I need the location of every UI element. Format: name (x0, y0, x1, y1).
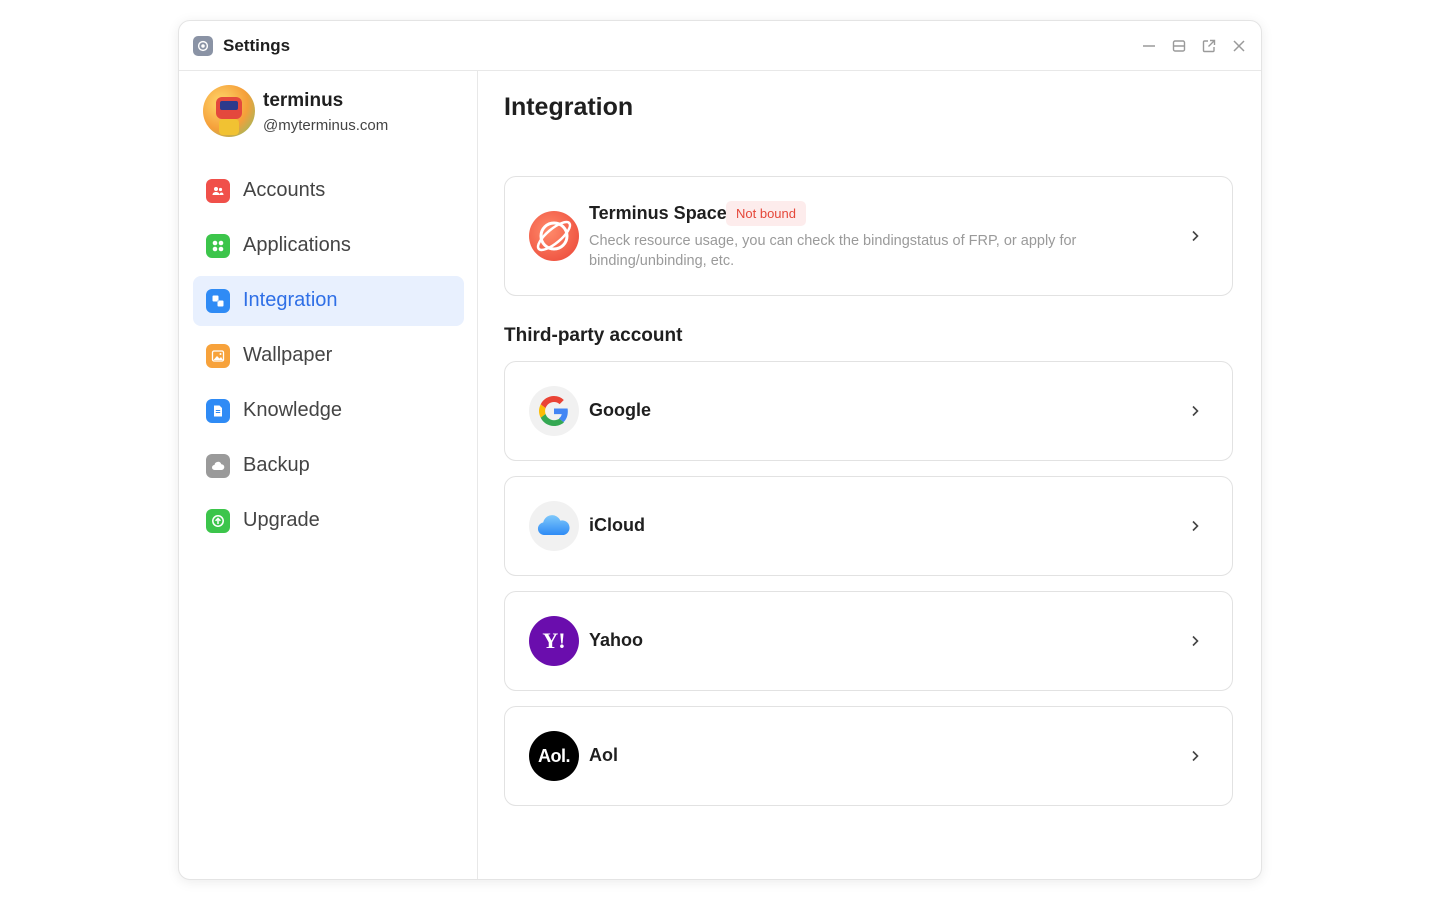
sidebar-item-label: Applications (243, 234, 351, 256)
integration-icon (206, 289, 230, 313)
sidebar-item-label: Wallpaper (243, 344, 333, 366)
chevron-right-icon (1188, 519, 1202, 533)
sidebar-item-label: Accounts (243, 179, 326, 201)
sidebar: terminus @myterminus.com Accounts Applic… (179, 71, 478, 879)
terminus-space-name: Terminus Space (589, 203, 727, 223)
account-name: Yahoo (589, 630, 644, 650)
account-name: Aol (589, 745, 618, 765)
account-card-icloud[interactable]: iCloud (504, 476, 1233, 576)
status-badge: Not bound (726, 201, 806, 226)
sidebar-item-knowledge[interactable]: Knowledge (193, 386, 464, 436)
open-external-icon[interactable] (1201, 38, 1217, 54)
account-name: iCloud (589, 515, 645, 535)
backup-icon (206, 454, 230, 478)
profile-name: terminus (263, 90, 344, 111)
minimize-icon[interactable] (1141, 38, 1157, 54)
page-title: Integration (504, 93, 634, 121)
section-title: Third-party account (504, 325, 683, 346)
user-profile[interactable]: terminus @myterminus.com (203, 85, 463, 137)
chevron-right-icon (1188, 229, 1202, 243)
aol-icon: Aol. (529, 731, 579, 781)
maximize-icon[interactable] (1171, 38, 1187, 54)
sidebar-item-integration[interactable]: Integration (193, 276, 464, 326)
terminus-space-card[interactable]: Terminus Space Not bound Check resource … (504, 176, 1233, 296)
upgrade-icon (206, 509, 230, 533)
aol-logo-text: Aol. (538, 745, 571, 766)
sidebar-item-accounts[interactable]: Accounts (193, 166, 464, 216)
window-title: Settings (223, 36, 291, 55)
applications-icon (206, 234, 230, 258)
profile-domain: @myterminus.com (263, 117, 389, 134)
google-icon (529, 386, 579, 436)
terminus-space-description: Check resource usage, you can check the … (589, 233, 1077, 269)
account-card-yahoo[interactable]: Y! Yahoo (504, 591, 1233, 691)
yahoo-icon: Y! (529, 616, 579, 666)
account-card-google[interactable]: Google (504, 361, 1233, 461)
wallpaper-icon (206, 344, 230, 368)
account-name: Google (589, 400, 651, 420)
account-card-aol[interactable]: Aol. Aol (504, 706, 1233, 806)
sidebar-item-wallpaper[interactable]: Wallpaper (193, 331, 464, 381)
sidebar-item-label: Backup (243, 454, 310, 476)
close-icon[interactable] (1231, 38, 1247, 54)
settings-app-icon (193, 36, 213, 56)
title-bar: Settings (179, 21, 1261, 71)
sidebar-item-label: Knowledge (243, 399, 342, 421)
chevron-right-icon (1188, 404, 1202, 418)
yahoo-logo-text: Y! (542, 628, 566, 653)
sidebar-item-upgrade[interactable]: Upgrade (193, 496, 464, 546)
sidebar-item-backup[interactable]: Backup (193, 441, 464, 491)
sidebar-item-applications[interactable]: Applications (193, 221, 464, 271)
terminus-space-icon (529, 211, 579, 261)
sidebar-item-label: Integration (243, 289, 338, 311)
main-content: Integration Terminus Space Not bound Che… (479, 71, 1261, 879)
avatar (203, 85, 255, 137)
chevron-right-icon (1188, 634, 1202, 648)
knowledge-icon (206, 399, 230, 423)
settings-window: Settings terminus @myterminus.com Accoun… (178, 20, 1262, 880)
sidebar-item-label: Upgrade (243, 509, 320, 531)
sidebar-nav: Accounts Applications Integration Wallpa… (193, 166, 464, 551)
icloud-icon (529, 501, 579, 551)
chevron-right-icon (1188, 749, 1202, 763)
accounts-icon (206, 179, 230, 203)
